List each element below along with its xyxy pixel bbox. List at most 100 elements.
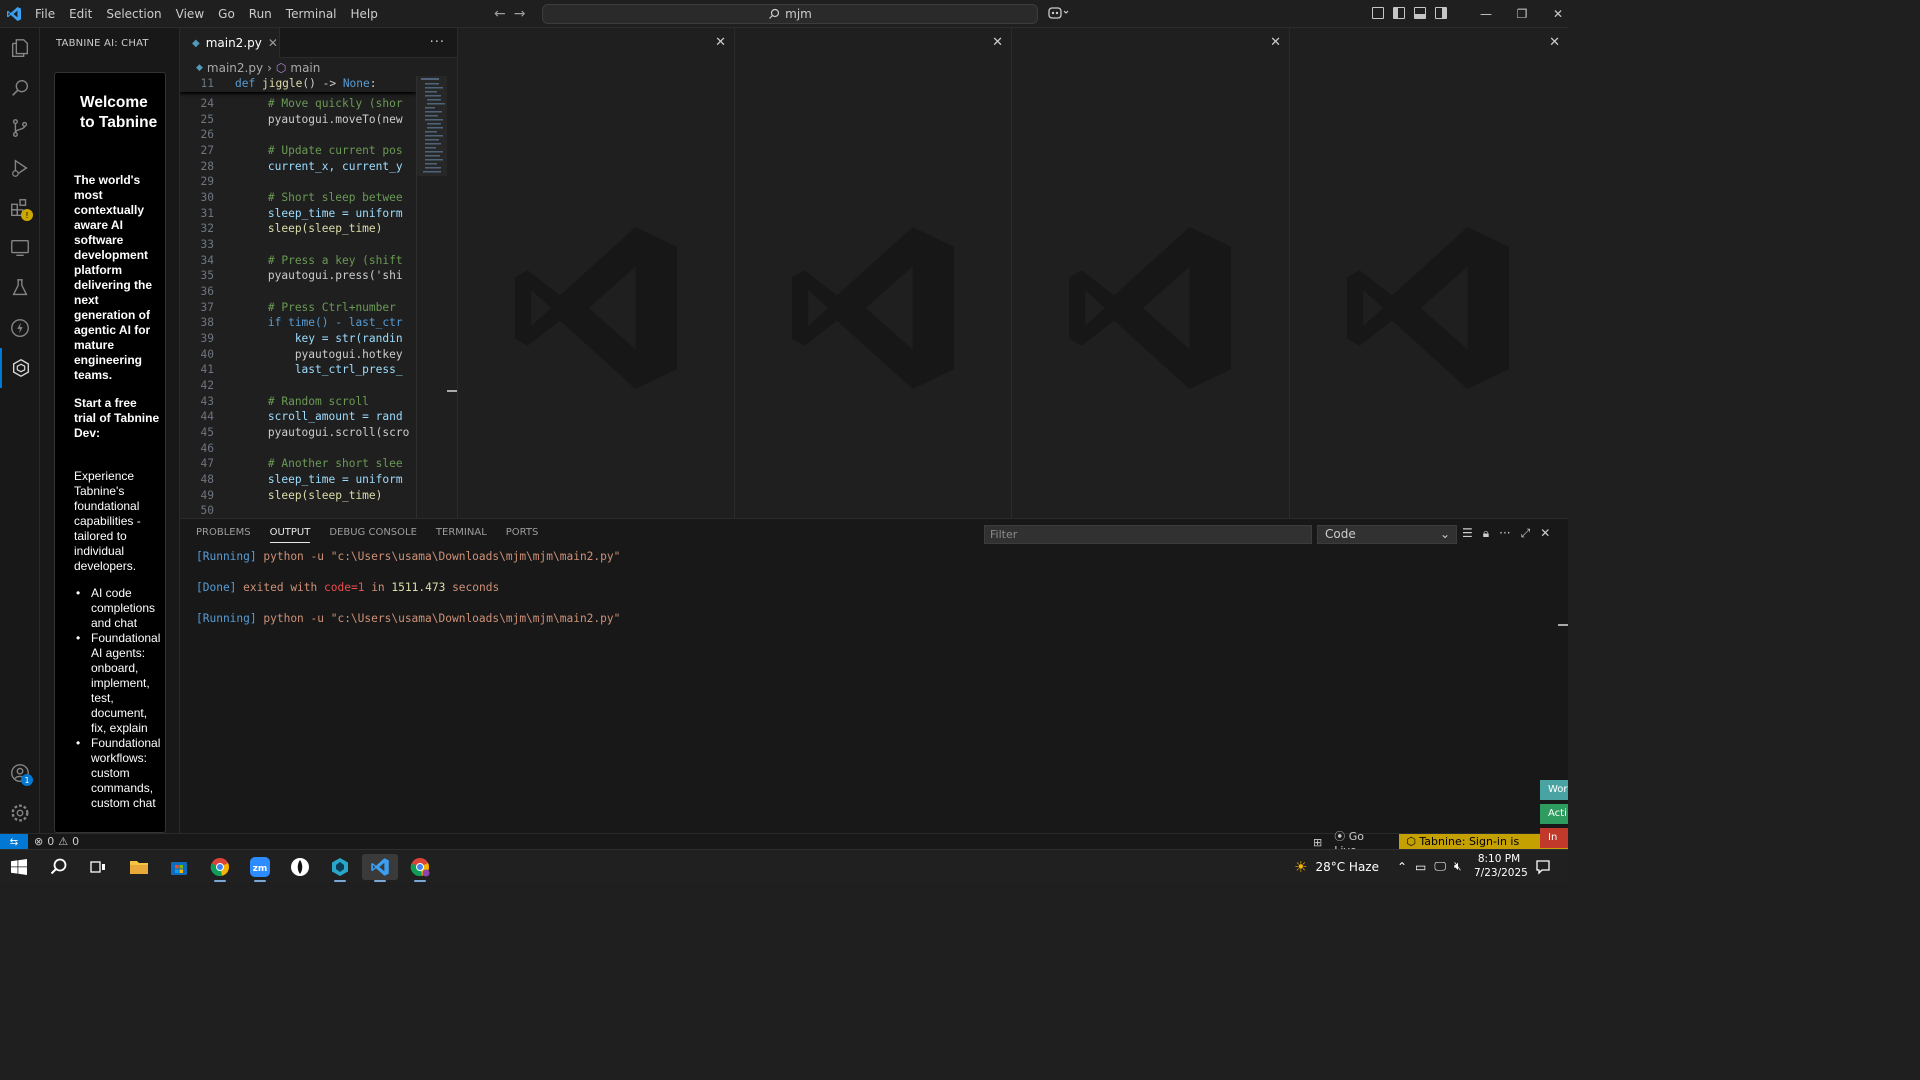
- battery-icon[interactable]: ▭: [1415, 860, 1426, 874]
- minimize-icon[interactable]: —: [1468, 0, 1504, 28]
- menu-go[interactable]: Go: [211, 0, 242, 28]
- code-line[interactable]: 43 # Random scroll: [180, 394, 416, 410]
- source-control-icon[interactable]: [0, 108, 40, 148]
- output-channel-select[interactable]: Code ⌄: [1317, 525, 1457, 544]
- close-tab-icon[interactable]: ✕: [268, 36, 278, 50]
- code-line[interactable]: 39 key = str(randin: [180, 331, 416, 347]
- code-line[interactable]: 46: [180, 441, 416, 457]
- menu-view[interactable]: View: [169, 0, 211, 28]
- breadcrumb-file[interactable]: main2.py: [207, 61, 263, 75]
- breadcrumb-symbol[interactable]: main: [290, 61, 320, 75]
- close-group-icon[interactable]: ✕: [715, 35, 726, 50]
- network-icon[interactable]: 🖵︎: [1434, 859, 1446, 874]
- code-line[interactable]: 26: [180, 127, 416, 143]
- clear-output-icon[interactable]: ☰: [1462, 526, 1473, 541]
- code-line[interactable]: 24 # Move quickly (shor: [180, 96, 416, 112]
- code-line[interactable]: 31 sleep_time = uniform: [180, 206, 416, 222]
- menu-file[interactable]: File: [28, 0, 62, 28]
- search-icon[interactable]: [0, 68, 40, 108]
- copilot-icon[interactable]: [1048, 6, 1070, 24]
- toggle-primary-sidebar-icon[interactable]: [1393, 7, 1405, 19]
- menu-help[interactable]: Help: [344, 0, 385, 28]
- tab-output[interactable]: OUTPUT: [269, 527, 311, 543]
- chevron-up-icon[interactable]: ⌃: [1397, 860, 1407, 874]
- chrome-profile-icon[interactable]: [405, 854, 435, 882]
- side-tag[interactable]: In Ac: [1540, 828, 1568, 848]
- code-line[interactable]: 33: [180, 237, 416, 253]
- lightning-extension-icon[interactable]: [0, 308, 40, 348]
- side-tag[interactable]: Acti: [1540, 804, 1568, 824]
- remote-explorer-icon[interactable]: [0, 228, 40, 268]
- code-line[interactable]: 47 # Another short slee: [180, 456, 416, 472]
- problems-status[interactable]: ⊗ 0 ⚠ 0: [34, 835, 79, 848]
- restore-icon[interactable]: ❐: [1504, 0, 1540, 28]
- chrome-icon[interactable]: [205, 854, 235, 882]
- output-filter-input[interactable]: Filter: [984, 525, 1312, 544]
- toggle-secondary-sidebar-icon[interactable]: [1435, 7, 1447, 19]
- code-line[interactable]: 29: [180, 174, 416, 190]
- code-line[interactable]: 48 sleep_time = uniform: [180, 472, 416, 488]
- vscode-logo-icon[interactable]: [0, 0, 28, 28]
- code-line[interactable]: 35 pyautogui.press('shi: [180, 268, 416, 284]
- file-explorer-icon[interactable]: [124, 854, 154, 880]
- sticky-scroll-line[interactable]: 11 def jiggle() -> None:: [180, 76, 416, 92]
- vscode-taskbar-icon[interactable]: [362, 854, 398, 882]
- code-line[interactable]: 25 pyautogui.moveTo(new: [180, 112, 416, 128]
- code-line[interactable]: 42: [180, 378, 416, 394]
- back-arrow-icon[interactable]: ←: [494, 6, 506, 22]
- more-actions-icon[interactable]: ···: [1499, 526, 1510, 541]
- maximize-panel-icon[interactable]: ⤢: [1521, 526, 1531, 541]
- menu-run[interactable]: Run: [242, 0, 279, 28]
- more-actions-icon[interactable]: ···: [430, 35, 445, 50]
- close-group-icon[interactable]: ✕: [992, 35, 1003, 50]
- code-line[interactable]: 34 # Press a key (shift: [180, 253, 416, 269]
- code-line[interactable]: 41 last_ctrl_press_: [180, 362, 416, 378]
- lock-scroll-icon[interactable]: 🔒︎: [1483, 526, 1489, 541]
- tab-terminal[interactable]: TERMINAL: [436, 527, 487, 543]
- extensions-icon[interactable]: !: [0, 188, 40, 228]
- remote-indicator-icon[interactable]: ⇆: [0, 834, 28, 850]
- start-windows-icon[interactable]: [4, 854, 34, 880]
- close-group-icon[interactable]: ✕: [1549, 35, 1560, 50]
- settings-gear-icon[interactable]: [0, 793, 40, 833]
- weather-icon[interactable]: ☀: [1294, 858, 1307, 876]
- code-line[interactable]: 36: [180, 284, 416, 300]
- code-line[interactable]: 30 # Short sleep betwee: [180, 190, 416, 206]
- forward-arrow-icon[interactable]: →: [514, 6, 526, 22]
- tabnine-icon[interactable]: [0, 348, 40, 388]
- code-line[interactable]: 40 pyautogui.hotkey: [180, 347, 416, 363]
- code-line[interactable]: 50: [180, 503, 416, 518]
- store-icon[interactable]: [164, 854, 194, 880]
- menu-edit[interactable]: Edit: [62, 0, 99, 28]
- copilot-status-icon[interactable]: ⊞: [1313, 836, 1322, 849]
- app-icon[interactable]: [325, 854, 355, 882]
- tab-ports[interactable]: PORTS: [506, 527, 539, 543]
- accounts-icon[interactable]: 1: [0, 753, 40, 793]
- task-view-icon[interactable]: [83, 854, 113, 880]
- customize-layout-icon[interactable]: [1372, 7, 1384, 19]
- side-tag[interactable]: Wor: [1540, 780, 1568, 800]
- code-line[interactable]: 44 scroll_amount = rand: [180, 409, 416, 425]
- clock[interactable]: 8:10 PM 7/23/2025: [1474, 852, 1528, 880]
- command-center-search[interactable]: mjm: [542, 4, 1038, 24]
- code-line[interactable]: 27 # Update current pos: [180, 143, 416, 159]
- code-line[interactable]: 38 if time() - last_ctr: [180, 315, 416, 331]
- output-log[interactable]: [Running] python -u "c:\Users\usama\Down…: [196, 549, 620, 627]
- search-icon[interactable]: [44, 854, 74, 880]
- close-panel-icon[interactable]: ✕: [1540, 526, 1550, 541]
- tab-problems[interactable]: PROBLEMS: [196, 527, 251, 543]
- zoom-icon[interactable]: zm: [245, 854, 275, 882]
- close-window-icon[interactable]: ✕: [1540, 0, 1576, 28]
- app-icon[interactable]: [285, 854, 315, 880]
- volume-muted-icon[interactable]: 🔇︎: [1454, 859, 1462, 874]
- testing-icon[interactable]: [0, 268, 40, 308]
- code-line[interactable]: 32 sleep(sleep_time): [180, 221, 416, 237]
- close-group-icon[interactable]: ✕: [1270, 35, 1281, 50]
- menu-terminal[interactable]: Terminal: [279, 0, 344, 28]
- menu-selection[interactable]: Selection: [99, 0, 168, 28]
- notifications-icon[interactable]: [1528, 854, 1558, 880]
- code-line[interactable]: 37 # Press Ctrl+number: [180, 300, 416, 316]
- code-line[interactable]: 28 current_x, current_y: [180, 159, 416, 175]
- tab-main2-py[interactable]: ◆ main2.py ✕: [180, 28, 280, 58]
- code-line[interactable]: 49 sleep(sleep_time): [180, 488, 416, 504]
